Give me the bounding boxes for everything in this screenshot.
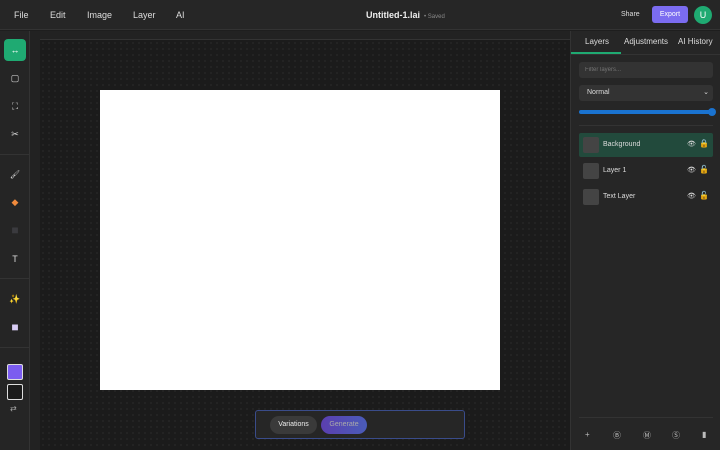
eye-icon[interactable]: 👁 <box>687 166 696 174</box>
layer-thumbnail <box>583 163 599 179</box>
lock-icon[interactable]: 🔒 <box>699 139 709 148</box>
divider <box>571 54 720 55</box>
effects-icon[interactable]: Ⓢ <box>672 430 680 441</box>
variations-button[interactable]: Variations <box>270 416 317 434</box>
menu-image[interactable]: Image <box>87 10 112 20</box>
text-tool[interactable]: T <box>4 248 26 270</box>
unlock-icon[interactable]: 🔓 <box>699 165 709 174</box>
select-tool[interactable]: ▢ <box>4 67 26 89</box>
swap-colors-icon[interactable]: ⇄ <box>10 404 17 413</box>
divider <box>0 154 30 155</box>
menu-layer[interactable]: Layer <box>133 10 156 20</box>
layer-thumbnail <box>583 137 599 153</box>
cut-tool[interactable]: ✂ <box>4 123 26 145</box>
divider <box>579 417 713 418</box>
eraser-icon: ◆ <box>11 197 19 207</box>
tool-bar: ↔ ▢ ⛶ ✂ 🖌 ◆ ■ T ✨ ■ ⇄ <box>0 31 30 450</box>
menu-file[interactable]: File <box>14 10 29 20</box>
divider <box>0 347 30 348</box>
ai-action-bar: Variations Generate <box>255 410 465 439</box>
divider <box>0 278 30 279</box>
share-button[interactable]: Share <box>621 11 640 18</box>
add-layer-icon[interactable]: + <box>585 430 590 439</box>
eraser-tool[interactable]: ◆ <box>4 191 26 213</box>
move-tool[interactable]: ↔ <box>4 39 26 61</box>
opacity-slider[interactable] <box>579 108 716 116</box>
tab-layers[interactable]: Layers <box>585 37 609 46</box>
primary-color-swatch[interactable] <box>7 364 23 380</box>
mask-icon[interactable]: Ⓑ <box>613 430 621 441</box>
secondary-color-swatch[interactable] <box>7 384 23 400</box>
layer-thumbnail <box>583 189 599 205</box>
layer-name: Background <box>603 141 641 148</box>
fill-icon: ■ <box>11 223 19 237</box>
blend-mode-select[interactable]: Normal ⌄ <box>579 85 713 101</box>
chevron-down-icon: ⌄ <box>703 89 709 96</box>
eye-icon[interactable]: 👁 <box>687 192 696 200</box>
layer-name: Text Layer <box>603 193 636 200</box>
document-canvas[interactable] <box>100 90 500 390</box>
blend-mode-value: Normal <box>587 89 610 96</box>
rectangle-select-icon: ▢ <box>10 73 20 83</box>
layer-item[interactable]: Background 👁 🔒 <box>579 133 713 157</box>
tab-ai-history[interactable]: AI History <box>678 37 713 46</box>
eye-icon[interactable]: 👁 <box>687 140 696 148</box>
fill-tool[interactable]: ■ <box>4 219 26 241</box>
ruler-horizontal <box>40 31 570 40</box>
brush-tool[interactable]: 🖌 <box>4 163 26 185</box>
scissors-icon: ✂ <box>11 129 19 139</box>
layer-item[interactable]: Layer 1 👁 🔓 <box>579 159 713 183</box>
gradient-tool[interactable]: ■ <box>4 316 26 338</box>
document-title: Untitled-1.lai • Saved <box>366 10 445 20</box>
layer-item[interactable]: Text Layer 👁 🔓 <box>579 185 713 209</box>
save-status: • Saved <box>424 14 445 20</box>
text-icon: T <box>12 254 18 264</box>
slider-handle[interactable] <box>708 108 716 116</box>
filter-layers-input[interactable] <box>579 62 713 78</box>
ruler-vertical <box>30 31 40 450</box>
top-bar: File Edit Image Layer AI Untitled-1.lai •… <box>0 0 720 30</box>
crop-icon: ⛶ <box>11 101 19 111</box>
trash-icon[interactable]: ▮ <box>702 430 706 439</box>
group-icon[interactable]: Ⓜ <box>643 430 651 441</box>
ai-magic-icon: ✨ <box>9 294 21 304</box>
move-icon: ↔ <box>10 45 20 55</box>
document-name: Untitled-1.lai <box>366 10 421 20</box>
menu-edit[interactable]: Edit <box>50 10 66 20</box>
export-button[interactable]: Export <box>652 6 688 23</box>
layers-panel: Layers Adjustments AI History Normal ⌄ Ba… <box>570 31 720 450</box>
divider <box>579 125 713 126</box>
generate-button[interactable]: Generate <box>321 416 367 434</box>
unlock-icon[interactable]: 🔓 <box>699 191 709 200</box>
layer-name: Layer 1 <box>603 167 627 174</box>
brush-icon: 🖌 <box>9 170 21 179</box>
avatar[interactable]: U <box>694 6 712 24</box>
ai-tool[interactable]: ✨ <box>4 288 26 310</box>
gradient-icon: ■ <box>11 320 19 334</box>
menu-ai[interactable]: AI <box>176 10 185 20</box>
crop-tool[interactable]: ⛶ <box>4 95 26 117</box>
tab-adjustments[interactable]: Adjustments <box>624 37 668 46</box>
